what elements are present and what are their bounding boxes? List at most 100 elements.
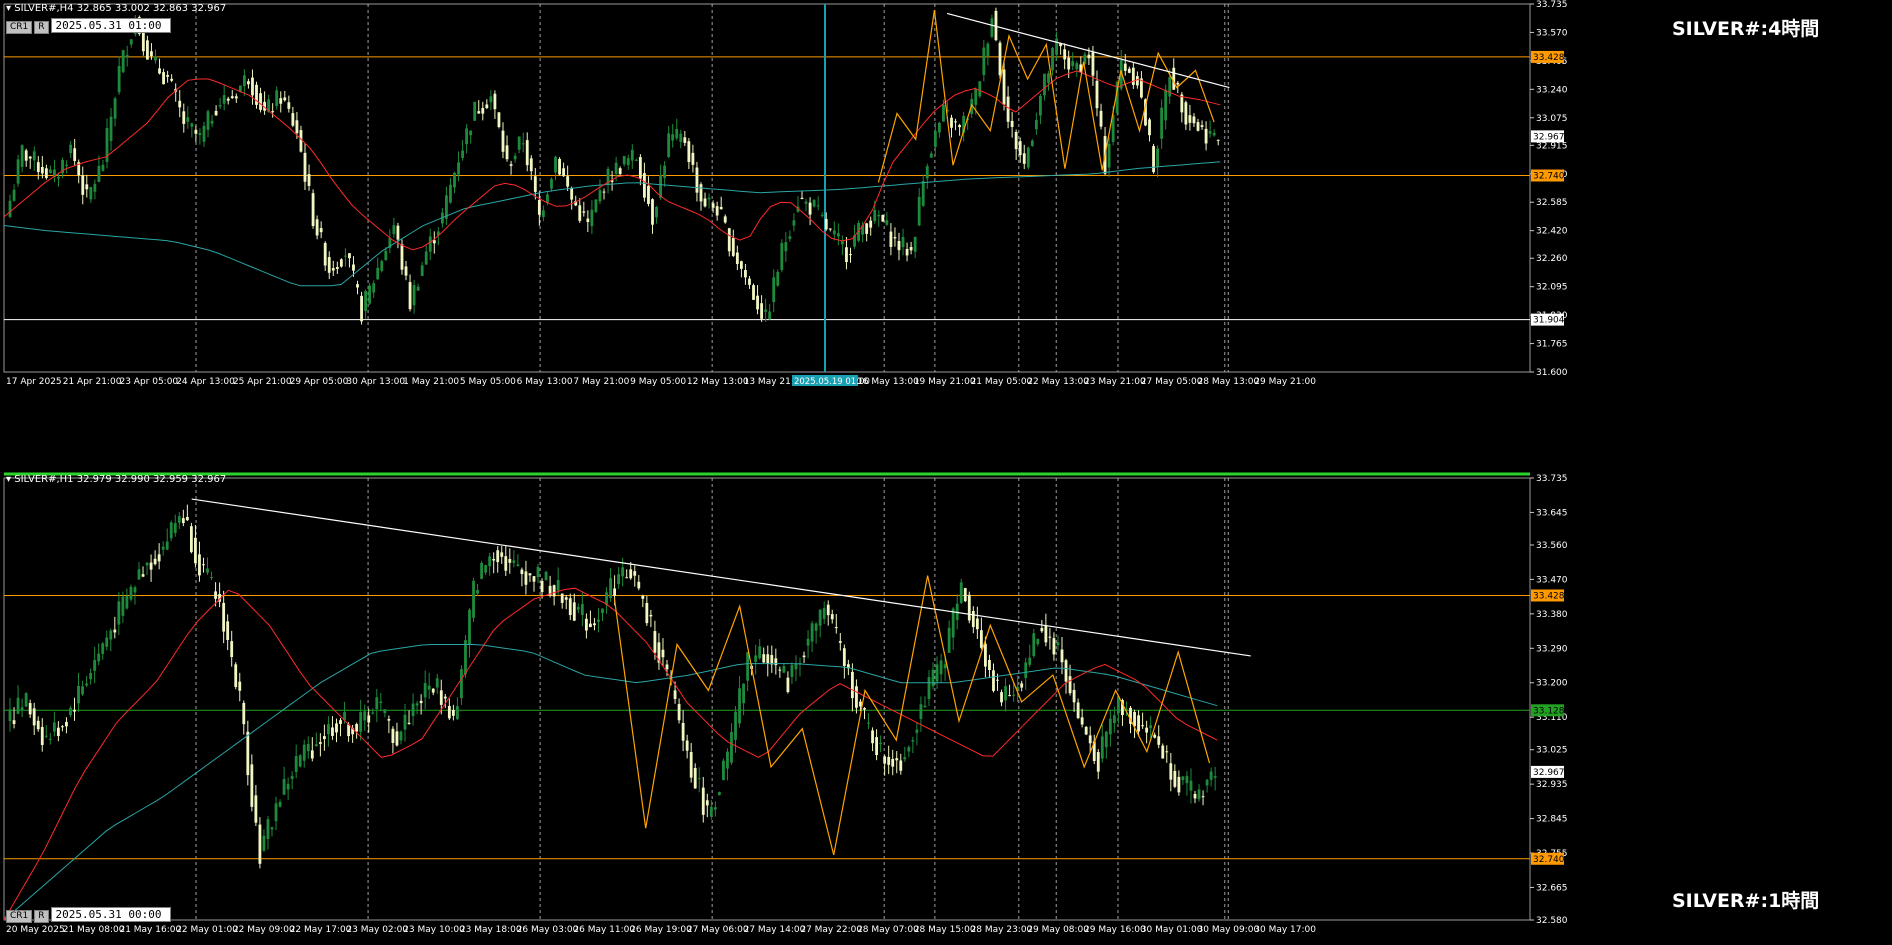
top-cr1-button[interactable]: CR1 <box>6 21 33 34</box>
candle-body <box>480 562 484 579</box>
x-tick-label: 28 May 13:00 <box>1198 377 1260 387</box>
candle-body <box>412 285 416 306</box>
candle-body <box>871 730 874 744</box>
candle-body <box>314 744 318 747</box>
candle-body <box>649 614 653 617</box>
candle-body <box>117 601 121 625</box>
candle-body <box>609 578 612 598</box>
candle-body <box>840 241 844 245</box>
candle-body <box>185 516 189 521</box>
candle-body <box>734 711 737 740</box>
candle-body <box>679 133 683 142</box>
candle-body <box>931 669 935 687</box>
candle-body <box>424 251 428 265</box>
chevron-down-icon[interactable]: ▾ <box>6 3 11 14</box>
candle-body <box>1127 68 1131 73</box>
candle-body <box>457 162 460 175</box>
top-r-button[interactable]: R <box>34 21 49 34</box>
candle-body <box>867 722 870 724</box>
top-symbol-info: SILVER#,H4 32.865 33.002 32.863 32.967 <box>14 3 227 14</box>
candle-body <box>927 677 931 700</box>
candle-body <box>901 236 905 248</box>
candle-body <box>950 117 953 128</box>
candle-body <box>48 738 52 740</box>
candle-body <box>754 655 758 662</box>
candle-body <box>808 202 812 215</box>
candle-body <box>778 669 782 671</box>
bottom-symbol-info: SILVER#,H1 32.979 32.990 32.959 32.967 <box>14 474 227 485</box>
candle-body <box>917 197 921 226</box>
candle-body <box>974 88 978 105</box>
x-tick-label: 22 May 13:00 <box>1027 377 1089 387</box>
candle-body <box>109 630 113 640</box>
candle-body <box>230 641 234 658</box>
candle-body <box>770 655 774 665</box>
candle-body <box>477 111 481 114</box>
candle-body <box>387 719 391 721</box>
y-tick-label: 33.735 <box>1536 474 1568 484</box>
candle-body <box>154 56 157 61</box>
candle-body <box>1051 48 1054 71</box>
x-tick-label: 9 May 05:00 <box>630 377 686 387</box>
candle-body <box>958 125 962 128</box>
candle-body <box>291 113 295 126</box>
candle-body <box>764 309 768 312</box>
candle-body <box>355 724 359 732</box>
candle-body <box>489 96 493 103</box>
candle-body <box>1165 751 1169 753</box>
x-tick-label: 25 Apr 21:00 <box>233 377 292 387</box>
candle-body <box>202 564 205 566</box>
candle-body <box>218 105 222 107</box>
candle-body <box>869 220 873 228</box>
x-tick-label: 24 Apr 13:00 <box>176 377 235 387</box>
candle-body <box>166 75 170 77</box>
candle-body <box>141 574 145 577</box>
candle-body <box>572 602 576 621</box>
candle-body <box>145 40 149 60</box>
bottom-r-button[interactable]: R <box>34 910 49 923</box>
candle-body <box>247 81 250 85</box>
candle-body <box>1010 120 1014 127</box>
candle-body <box>1063 49 1067 60</box>
candle-body <box>622 156 626 165</box>
candle-body <box>69 144 73 154</box>
candle-body <box>194 537 197 564</box>
x-tick-label: 28 May 07:00 <box>857 925 919 935</box>
candle-body <box>455 706 459 720</box>
x-tick-label: 23 May 18:00 <box>460 925 522 935</box>
price-level-label: 33.428 <box>1533 591 1565 601</box>
chevron-down-icon[interactable]: ▾ <box>6 474 11 485</box>
candle-body <box>895 758 899 761</box>
candle-body <box>97 165 101 182</box>
candle-body <box>921 181 925 206</box>
candle-body <box>109 116 113 141</box>
candle-body <box>89 673 93 680</box>
candle-body <box>850 671 854 699</box>
candle-body <box>516 564 520 567</box>
candle-body <box>1173 770 1177 787</box>
candle-body <box>776 271 780 286</box>
candle-body <box>1014 132 1018 150</box>
candle-body <box>481 108 485 114</box>
candle-body <box>165 541 169 550</box>
candle-body <box>85 683 89 686</box>
candle-body <box>790 665 794 677</box>
candle-body <box>915 729 919 733</box>
y-tick-label: 32.585 <box>1536 198 1568 208</box>
bottom-cr1-button[interactable]: CR1 <box>6 910 33 923</box>
candle-body <box>271 111 275 113</box>
candle-body <box>816 205 820 207</box>
candle-body <box>834 627 838 629</box>
bottom-date-input[interactable]: 2025.05.31 00:00 <box>50 907 171 922</box>
candle-body <box>493 93 497 110</box>
x-tick-label: 21 May 05:00 <box>971 377 1033 387</box>
candle-body <box>564 597 568 600</box>
candle-body <box>169 522 173 539</box>
candle-body <box>356 284 359 288</box>
candle-body <box>28 703 32 715</box>
candle-body <box>383 709 387 714</box>
candle-body <box>1123 63 1127 71</box>
candle-body <box>786 677 790 693</box>
candle-body <box>40 166 44 174</box>
top-date-input[interactable]: 2025.05.31 01:00 <box>50 18 171 33</box>
